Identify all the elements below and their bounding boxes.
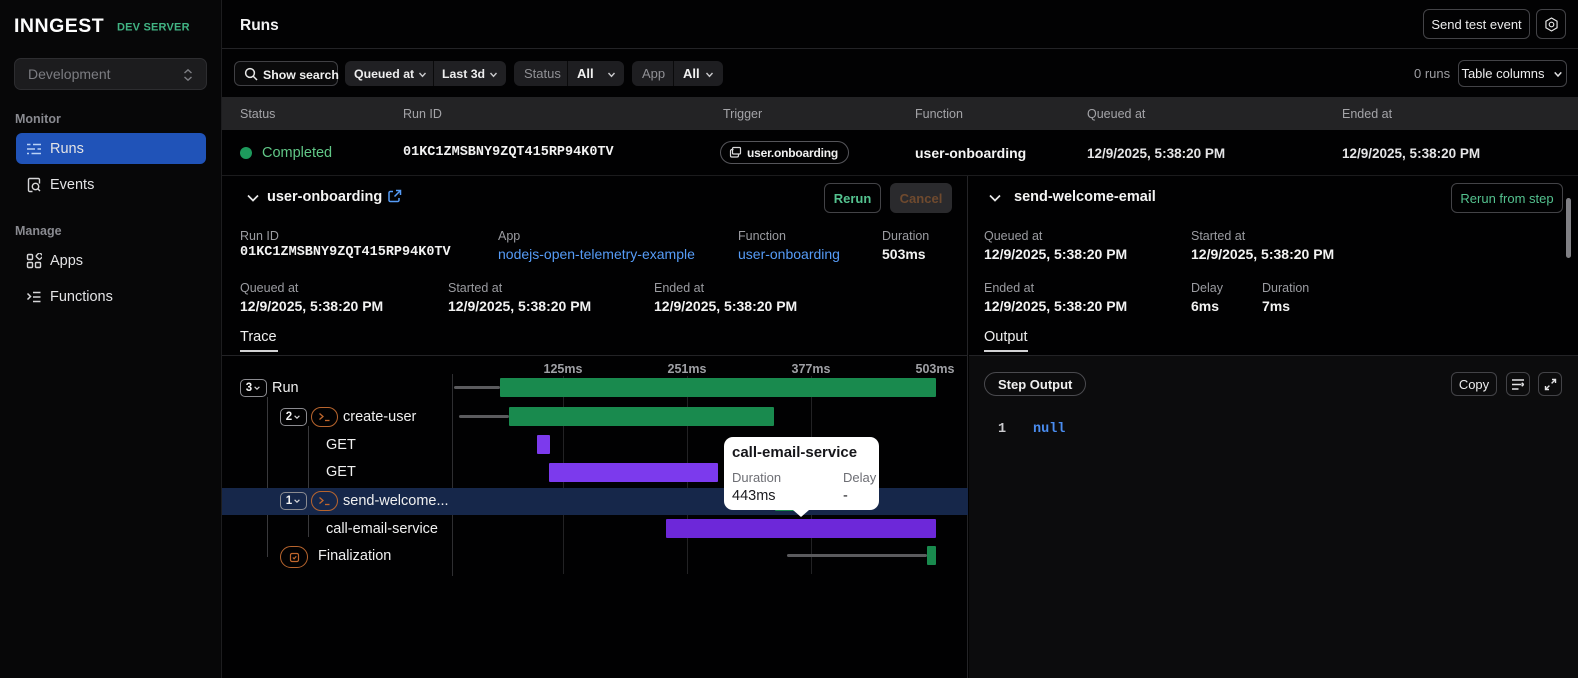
- svg-text:DEV SERVER: DEV SERVER: [117, 22, 190, 34]
- svg-text:INNGEST: INNGEST: [14, 17, 104, 35]
